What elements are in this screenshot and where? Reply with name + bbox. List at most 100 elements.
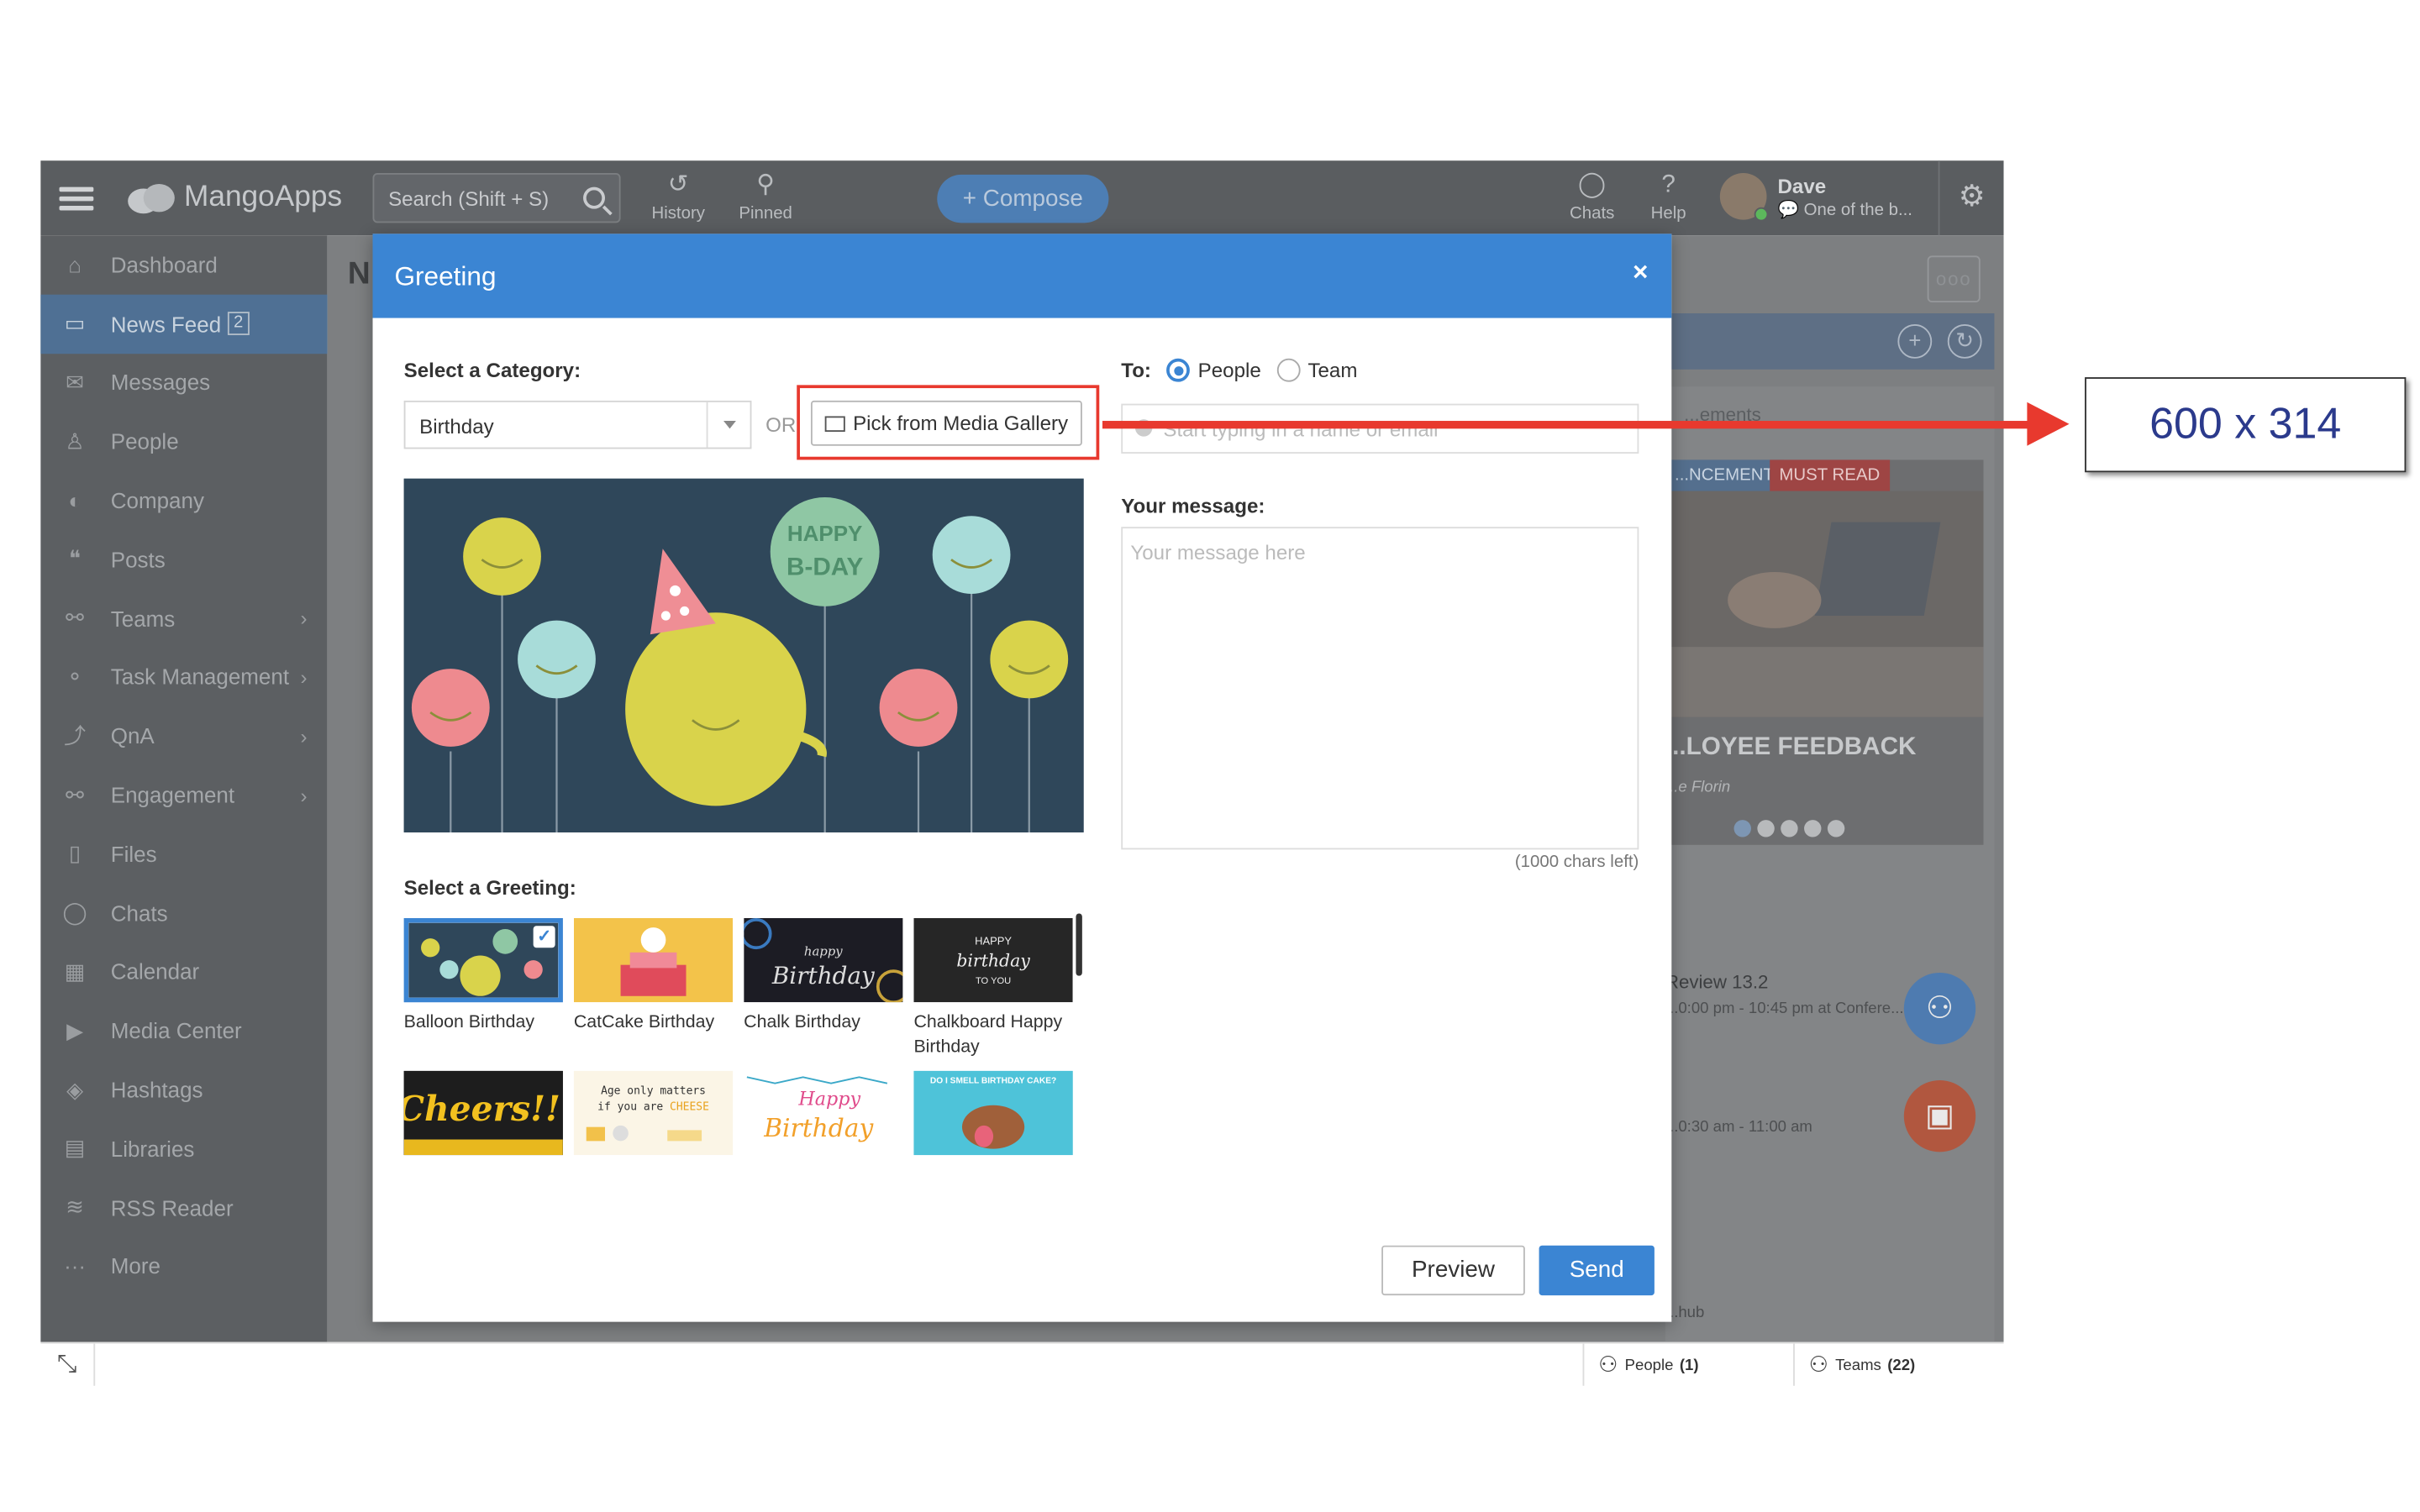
help-icon: ?: [1661, 171, 1676, 198]
globe-icon: ◐: [68, 487, 82, 513]
sidebar-item-task-management[interactable]: ⚬ Task Management ›: [40, 648, 327, 706]
chevron-right-icon: ›: [300, 606, 308, 631]
cat-cake-art-icon: [573, 918, 734, 1003]
sidebar-item-media-center[interactable]: ▶ Media Center: [40, 1001, 327, 1060]
meeting-photo-image: [1665, 491, 1984, 717]
collapse-icon[interactable]: ⤡: [40, 1343, 96, 1386]
sidebar-item-label: RSS Reader: [110, 1194, 234, 1221]
greeting-caption: Chalk Birthday: [744, 1013, 860, 1032]
sidebar-item-company[interactable]: ◐ Company: [40, 471, 327, 530]
greeting-thumbnail[interactable]: ✓ Balloon Birthday: [403, 918, 563, 1035]
sidebar-item-label: Task Management: [110, 664, 290, 690]
pinned-label: Pinned: [739, 204, 792, 223]
send-button[interactable]: Send: [1539, 1245, 1655, 1296]
chalk-birthday-thumbnail: happy Birthday: [744, 918, 903, 1003]
search-input[interactable]: Search (Shift + S): [372, 172, 621, 223]
app-logo[interactable]: MangoApps: [124, 176, 342, 220]
sidebar-item-label: Company: [110, 487, 204, 513]
menu-icon[interactable]: [59, 182, 94, 213]
sidebar-item-label: Posts: [110, 547, 166, 572]
sidebar-item-files[interactable]: ▯ Files: [40, 825, 327, 884]
app-logo-text: MangoApps: [183, 181, 343, 214]
close-icon[interactable]: ×: [1633, 257, 1648, 288]
home-icon: ⌂: [68, 252, 82, 278]
announcement-banner[interactable]: ...NCEMENT MUST READ ...LOYEE FEEDBACK .…: [1665, 459, 1984, 845]
message-textarea[interactable]: Your message here: [1121, 527, 1639, 850]
sidebar-item-dashboard[interactable]: ⌂ Dashboard: [40, 235, 327, 294]
pin-icon: ⚲: [756, 171, 776, 198]
event-item[interactable]: Review 13.2 ...0:00 pm - 10:45 pm at Con…: [1665, 971, 1904, 1018]
message-label: Your message:: [1121, 494, 1265, 518]
greeting-caption: Balloon Birthday: [403, 1013, 535, 1032]
add-icon[interactable]: +: [1897, 323, 1933, 359]
balloon-birthday-artwork: HAPPY B-DAY: [403, 478, 1084, 832]
sidebar-item-chats[interactable]: ◯ Chats: [40, 884, 327, 942]
people-online-button[interactable]: ⚇ People (1): [1582, 1343, 1794, 1386]
event-item[interactable]: ...0:30 am - 11:00 am: [1665, 1111, 1812, 1136]
chats-button[interactable]: ◯ Chats: [1553, 170, 1631, 223]
sidebar-item-more[interactable]: ··· More: [40, 1237, 327, 1296]
svg-text:Birthday: Birthday: [771, 962, 875, 990]
preview-button[interactable]: Preview: [1381, 1245, 1525, 1296]
refresh-icon[interactable]: ↻: [1947, 323, 1982, 359]
sidebar-item-label: Calendar: [110, 959, 200, 984]
sidebar-item-calendar[interactable]: ▦ Calendar: [40, 942, 327, 1001]
greeting-thumbnail[interactable]: Happy Birthday: [744, 1070, 903, 1156]
greeting-thumbnail[interactable]: happy Birthday Chalk Birthday: [744, 918, 903, 1035]
user-menu[interactable]: Dave 💬 One of the b...: [1719, 172, 1929, 226]
people-label: People: [1624, 1357, 1674, 1374]
greeting-thumbnail[interactable]: Age only matters if you are CHEESE: [573, 1070, 734, 1156]
svg-text:if you are CHEESE: if you are CHEESE: [597, 1100, 709, 1113]
team-radio-label[interactable]: Team: [1307, 359, 1357, 382]
more-options-button[interactable]: ooo: [1927, 255, 1981, 303]
sidebar-item-rss-reader[interactable]: ≋ RSS Reader: [40, 1178, 327, 1236]
sidebar-item-posts[interactable]: ❝ Posts: [40, 530, 327, 589]
carousel-dots[interactable]: [1733, 820, 1845, 837]
people-radio[interactable]: [1166, 358, 1191, 382]
gear-icon[interactable]: ⚙: [1938, 160, 2004, 236]
help-button[interactable]: ? Help: [1629, 170, 1707, 223]
annotation-arrow: [1102, 421, 2035, 429]
search-icon[interactable]: [583, 186, 606, 209]
pick-media-gallery-button[interactable]: Pick from Media Gallery: [810, 400, 1082, 446]
greeting-thumbnail[interactable]: CatCake Birthday: [573, 918, 734, 1035]
inbox-icon: ▭: [64, 310, 86, 336]
banner-photo: [1665, 491, 1984, 717]
scrollbar[interactable]: [1076, 913, 1082, 976]
greeting-preview-image: HAPPY B-DAY: [403, 478, 1084, 832]
sidebar-item-label: Media Center: [110, 1018, 242, 1043]
greeting-thumbnail[interactable]: DO I SMELL BIRTHDAY CAKE?: [913, 1070, 1073, 1156]
catcake-birthday-thumbnail: [573, 918, 734, 1003]
tag-icon: ◈: [66, 1076, 84, 1102]
sidebar-item-news-feed[interactable]: ▭ News Feed 2: [40, 294, 328, 354]
compose-button[interactable]: + Compose: [937, 174, 1109, 223]
greeting-thumbnail[interactable]: HAPPY birthday TO YOU Chalkboard Happy Bir…: [913, 918, 1073, 1060]
svg-text:DO I SMELL BIRTHDAY CAKE?: DO I SMELL BIRTHDAY CAKE?: [930, 1077, 1056, 1086]
sidebar-item-label: People: [110, 428, 179, 454]
sidebar-item-teams[interactable]: ⚯ Teams ›: [40, 589, 327, 648]
sidebar-item-libraries[interactable]: ▤ Libraries: [40, 1119, 327, 1178]
sidebar: ⌂ Dashboard ▭ News Feed 2 ✉ Messages ♙ People ◐ Co…: [40, 235, 328, 1342]
sidebar-item-label: More: [110, 1253, 160, 1279]
sidebar-item-engagement[interactable]: ⚯ Engagement ›: [40, 765, 327, 824]
check-icon: ✓: [533, 926, 555, 948]
teams-count: (22): [1887, 1357, 1916, 1374]
category-select[interactable]: Birthday: [403, 400, 752, 449]
cheese-art-icon: Age only matters if you are CHEESE: [573, 1070, 734, 1156]
chalkboard-art-icon: HAPPY birthday TO YOU: [913, 918, 1073, 1003]
handshake-icon: ⚯: [66, 605, 84, 631]
sidebar-item-qna[interactable]: ⤴ QnA ›: [40, 706, 327, 765]
sidebar-item-people[interactable]: ♙ People: [40, 412, 327, 471]
people-radio-label[interactable]: People: [1198, 359, 1261, 382]
sidebar-item-hashtags[interactable]: ◈ Hashtags: [40, 1060, 327, 1119]
sidebar-item-label: Chats: [110, 900, 168, 926]
pinned-button[interactable]: ⚲ Pinned: [727, 170, 805, 223]
event-title: Review 13.2: [1665, 971, 1769, 994]
announcement-tag: ...NCEMENT: [1665, 459, 1784, 491]
teams-online-button[interactable]: ⚇ Teams (22): [1793, 1343, 2004, 1386]
history-button[interactable]: ↺ History: [639, 170, 718, 223]
team-radio[interactable]: [1276, 358, 1301, 382]
greeting-thumbnail[interactable]: Cheers!!: [403, 1070, 563, 1156]
chevron-down-icon[interactable]: [706, 402, 750, 448]
sidebar-item-messages[interactable]: ✉ Messages: [40, 353, 327, 412]
